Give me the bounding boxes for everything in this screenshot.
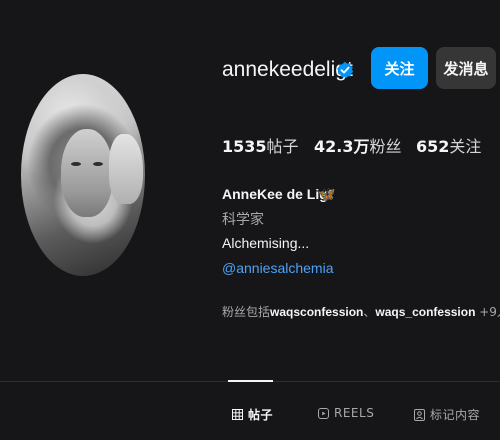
- grid-icon: [232, 409, 243, 420]
- reels-icon: [318, 407, 329, 419]
- following-stat[interactable]: 652关注: [416, 133, 481, 157]
- active-tab-indicator: [228, 380, 273, 382]
- following-label: 关注: [449, 137, 482, 156]
- avatar-eye-right: [93, 162, 103, 166]
- followed-by-suffix: +9人: [479, 305, 500, 319]
- followed-by-user-2[interactable]: waqs_confession: [375, 305, 475, 319]
- tab-posts[interactable]: 帖子: [232, 406, 273, 423]
- followed-by-text[interactable]: 粉丝包括waqsconfession、waqs_confession +9人: [222, 303, 500, 320]
- display-name: AnneKee de Ligt: [222, 186, 333, 202]
- followers-count: 42.3万: [314, 137, 370, 156]
- avatar-face: [61, 129, 113, 217]
- followed-by-separator: 、: [363, 305, 376, 319]
- avatar-eye-left: [71, 162, 81, 166]
- profile-link[interactable]: @anniesalchemia: [222, 260, 334, 276]
- tab-tagged-label: 标记内容: [430, 408, 481, 422]
- tab-posts-label: 帖子: [248, 408, 274, 422]
- profile-category: 科学家: [222, 212, 264, 228]
- follow-button[interactable]: 关注: [371, 47, 428, 89]
- posts-count: 1535: [222, 137, 267, 156]
- following-count: 652: [416, 137, 450, 156]
- posts-label: 帖子: [266, 137, 299, 156]
- tagged-icon: [414, 408, 425, 421]
- posts-stat[interactable]: 1535帖子: [222, 133, 299, 157]
- tab-tagged[interactable]: 标记内容: [414, 406, 480, 423]
- profile-avatar[interactable]: [21, 74, 145, 276]
- avatar-hand: [109, 134, 143, 204]
- followers-label: 粉丝: [369, 137, 402, 156]
- verified-badge-icon: [337, 61, 354, 79]
- message-button[interactable]: 发消息: [436, 47, 496, 89]
- profile-bio: Alchemising...: [222, 235, 310, 251]
- tab-reels[interactable]: REELS: [318, 406, 374, 420]
- followers-stat[interactable]: 42.3万粉丝: [314, 133, 402, 157]
- butterfly-emoji-icon: 🦋: [318, 186, 336, 202]
- tab-reels-label: REELS: [334, 406, 375, 420]
- followed-by-user-1[interactable]: waqsconfession: [270, 305, 363, 319]
- profile-username: annekeedeligt: [222, 58, 353, 81]
- followed-by-prefix: 粉丝包括: [222, 305, 271, 319]
